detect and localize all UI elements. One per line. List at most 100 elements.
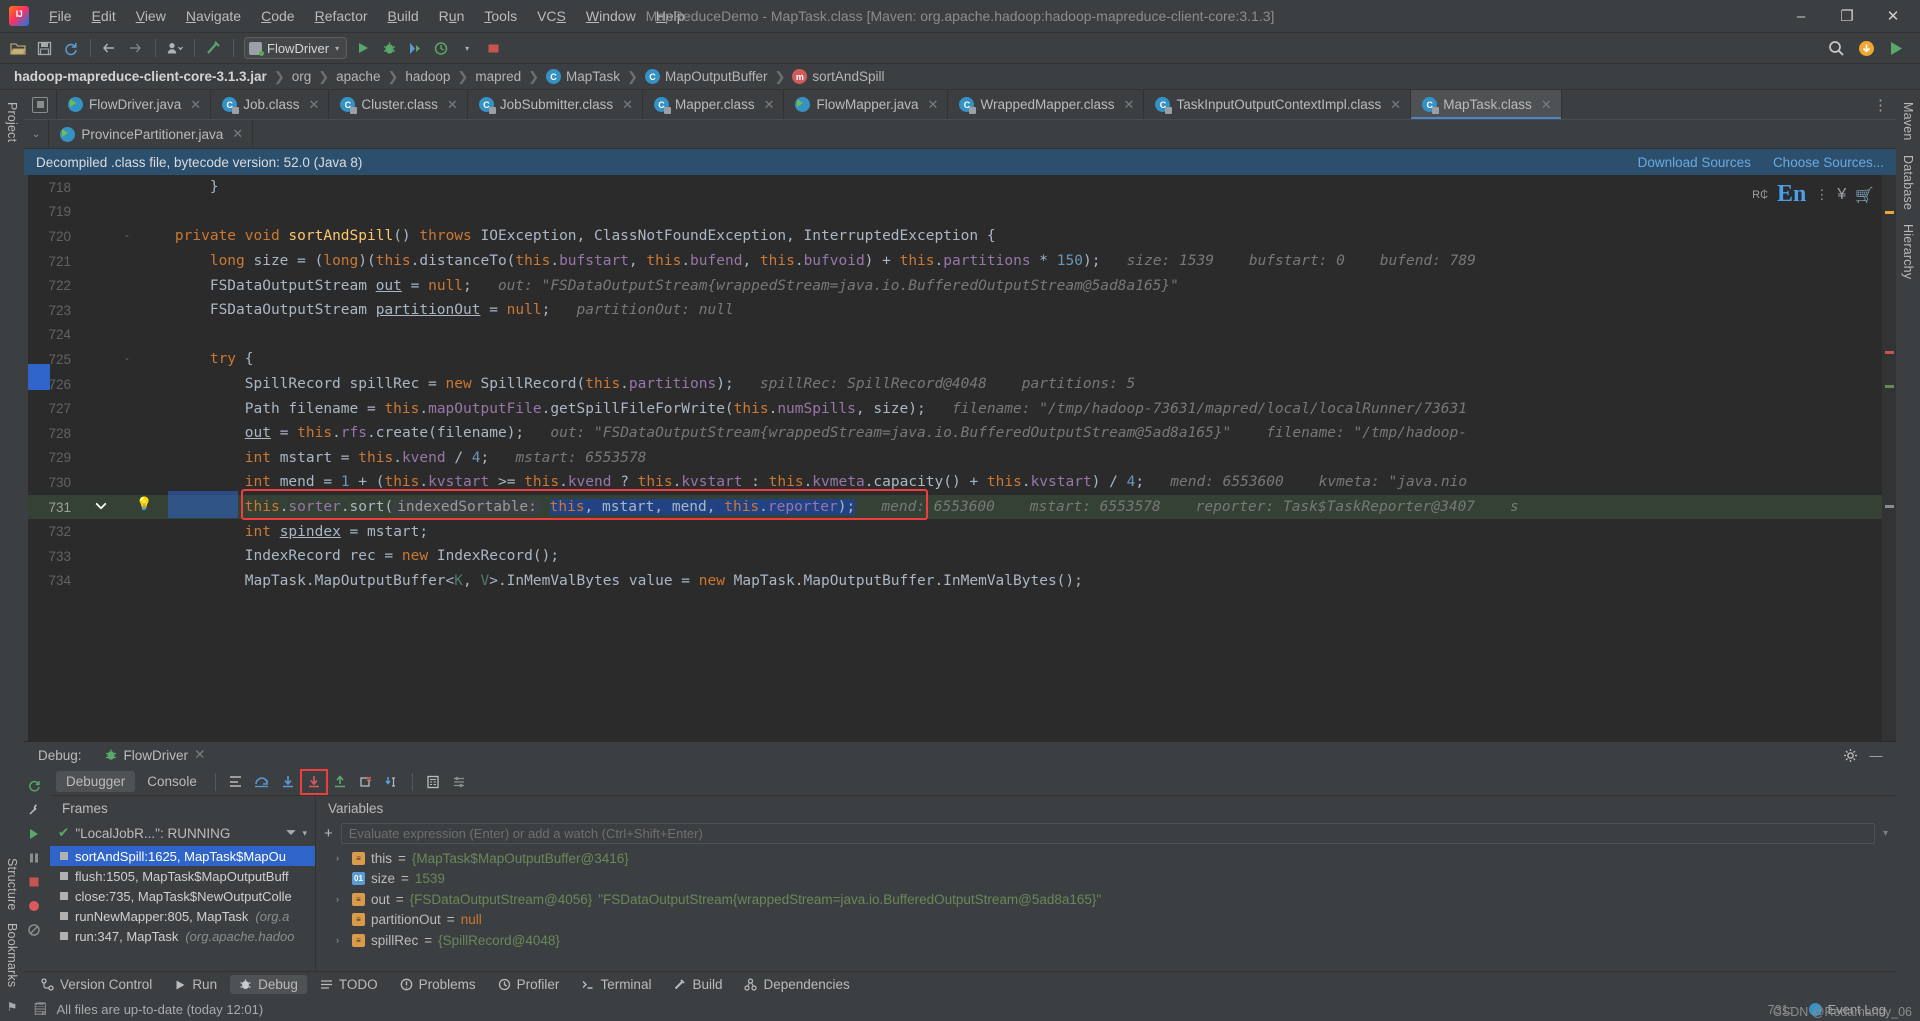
frame-item[interactable]: runNewMapper:805, MapTask (org.a — [50, 906, 315, 926]
show-execution-point-icon[interactable] — [224, 771, 248, 793]
code-line[interactable]: 733 IndexRecord rec = new IndexRecord(); — [28, 544, 1882, 569]
update-available-icon[interactable] — [1854, 36, 1878, 60]
run-coverage-icon[interactable] — [403, 36, 427, 60]
code-line[interactable]: 719 — [28, 200, 1882, 225]
sidebar-item-database[interactable]: Database — [1901, 149, 1915, 216]
fold-toggle[interactable]: - — [120, 354, 134, 365]
tab-console[interactable]: Console — [137, 771, 207, 792]
variables-list[interactable]: › ≡ this = {MapTask$MapOutputBuffer@3416} 01 s… — [316, 846, 1896, 971]
frame-item[interactable]: close:735, MapTask$NewOutputColle — [50, 886, 315, 906]
close-icon[interactable]: ✕ — [764, 97, 775, 113]
toolwindow-run[interactable]: Run — [165, 975, 226, 994]
force-step-into-icon[interactable] — [299, 768, 328, 795]
toolwindow-profiler[interactable]: Profiler — [489, 975, 569, 994]
pause-program-icon[interactable] — [24, 848, 44, 868]
close-icon[interactable]: ✕ — [1541, 97, 1552, 113]
gear-icon[interactable] — [1840, 745, 1860, 765]
chevron-down-icon[interactable]: ▾ — [302, 828, 315, 839]
breadcrumb-item-jar[interactable]: hadoop-mapreduce-client-core-3.1.3.jar — [14, 69, 267, 84]
minimize-button[interactable]: – — [1778, 0, 1824, 32]
close-icon[interactable]: ✕ — [1390, 97, 1401, 113]
debug-icon[interactable] — [377, 36, 401, 60]
menu-help[interactable]: Help — [646, 4, 695, 28]
variable-row[interactable]: › ≡ out = {FSDataOutputStream@4056} "FSDataOu… — [316, 889, 1896, 910]
tab-jobsubmitter-class[interactable]: C JobSubmitter.class ✕ — [468, 90, 644, 119]
code-line[interactable]: 731 this.sorter.sort(indexedSortable: th… — [28, 494, 1882, 520]
filter-icon[interactable]: ⏷ — [286, 825, 297, 841]
expand-arrow-icon[interactable]: › — [336, 853, 346, 863]
bookmark-flag-icon[interactable]: ⚑ — [2, 997, 22, 1017]
stop-icon[interactable] — [481, 36, 505, 60]
back-arrow-icon[interactable] — [97, 36, 121, 60]
frame-item[interactable]: sortAndSpill:1625, MapTask$MapOu — [50, 846, 315, 866]
debug-session-tab[interactable]: FlowDriver ✕ — [96, 744, 214, 766]
editor-marker-bar[interactable] — [1882, 175, 1896, 741]
overflow-dots-icon[interactable]: ⋮ — [1815, 187, 1828, 203]
code-line[interactable]: 718 } — [28, 175, 1882, 200]
step-over-icon[interactable] — [250, 771, 274, 793]
code-line[interactable]: 723 FSDataOutputStream partitionOut = nu… — [28, 298, 1882, 323]
close-icon[interactable]: ✕ — [1124, 97, 1135, 113]
frame-item[interactable]: run:347, MapTask (org.apache.hadoo — [50, 926, 315, 946]
tab-mapper-class[interactable]: C Mapper.class ✕ — [643, 90, 785, 119]
code-line[interactable]: 732 int spindex = mstart; — [28, 519, 1882, 544]
breadcrumb-item-sortandspill[interactable]: m sortAndSpill — [792, 69, 884, 84]
drop-frame-icon[interactable] — [354, 771, 378, 793]
menu-vcs[interactable]: VCS — [527, 4, 576, 28]
close-icon[interactable]: ✕ — [190, 97, 201, 113]
evaluate-expression-icon[interactable] — [421, 771, 445, 793]
frames-list[interactable]: sortAndSpill:1625, MapTask$MapOu flush:15… — [50, 846, 315, 971]
variable-row[interactable]: 01 size = 1539 — [316, 869, 1896, 890]
step-out-icon[interactable] — [328, 771, 352, 793]
tab-row2-collapse-icon[interactable]: ⌄ — [24, 120, 50, 148]
menu-edit[interactable]: Edit — [82, 4, 126, 28]
profile-icon[interactable] — [162, 36, 186, 60]
menu-tools[interactable]: Tools — [474, 4, 527, 28]
sidebar-item-structure[interactable]: Structure — [5, 852, 19, 917]
choose-sources-link[interactable]: Choose Sources... — [1773, 155, 1884, 170]
caret-marker[interactable] — [1885, 505, 1894, 508]
save-icon[interactable] — [32, 36, 56, 60]
toolwindow-dependencies[interactable]: Dependencies — [735, 975, 858, 994]
yen-icon[interactable]: ¥ — [1837, 186, 1846, 204]
code-editor[interactable]: 718 } 719 720 - private void sortAndSpill(… — [24, 175, 1896, 741]
profiler-icon[interactable] — [429, 36, 453, 60]
error-marker[interactable] — [1885, 351, 1894, 354]
info-marker[interactable] — [1885, 385, 1894, 388]
menu-window[interactable]: Window — [576, 4, 646, 28]
menu-run[interactable]: Run — [429, 4, 475, 28]
menu-view[interactable]: View — [126, 4, 176, 28]
tab-maptask-class[interactable]: C MapTask.class ✕ — [1411, 90, 1562, 119]
tab-provincepartitioner-java[interactable]: ProvincePartitioner.java ✕ — [49, 120, 254, 148]
plugin-run-icon[interactable] — [1884, 36, 1908, 60]
close-icon[interactable]: ✕ — [194, 747, 205, 763]
close-icon[interactable]: ✕ — [447, 97, 458, 113]
tab-taskinputoutputcontextimpl-class[interactable]: C TaskInputOutputContextImpl.class ✕ — [1144, 90, 1412, 119]
toolwindow-problems[interactable]: Problems — [391, 975, 485, 994]
sidebar-item-project[interactable]: Project — [5, 96, 19, 148]
run-to-cursor-icon[interactable] — [380, 771, 404, 793]
search-icon[interactable] — [1824, 36, 1848, 60]
tab-cluster-class[interactable]: C Cluster.class ✕ — [329, 90, 468, 119]
step-into-icon[interactable] — [276, 771, 300, 793]
fold-toggle[interactable]: - — [120, 231, 134, 242]
close-icon[interactable]: ✕ — [928, 97, 939, 113]
expand-arrow-icon[interactable]: › — [336, 935, 346, 945]
code-line[interactable]: 728 out = this.rfs.create(filename); out… — [28, 421, 1882, 446]
code-line[interactable]: 727 Path filename = this.mapOutputFile.g… — [28, 396, 1882, 421]
toolwindow-todo[interactable]: TODO — [311, 975, 387, 994]
code-viewport[interactable]: 718 } 719 720 - private void sortAndSpill(… — [28, 175, 1882, 741]
thread-selector[interactable]: ✔ "LocalJobR...": RUNNING ⏷ ▾ — [50, 820, 315, 846]
watch-collapse-icon[interactable]: ▾ — [1883, 828, 1888, 839]
close-button[interactable]: ✕ — [1870, 0, 1916, 32]
stop-program-icon[interactable] — [24, 872, 44, 892]
breadcrumb-item-apache[interactable]: apache — [336, 69, 380, 84]
download-sources-link[interactable]: Download Sources — [1638, 155, 1751, 170]
rerun-icon[interactable] — [24, 776, 44, 796]
frame-item[interactable]: flush:1505, MapTask$MapOutputBuff — [50, 866, 315, 886]
code-line[interactable]: 724 — [28, 323, 1882, 348]
code-line[interactable]: 725- try { — [28, 347, 1882, 372]
chevron-down-icon-2[interactable]: ▾ — [455, 36, 479, 60]
toolwindow-debug[interactable]: Debug — [230, 975, 307, 994]
menu-file[interactable]: File — [39, 4, 82, 28]
